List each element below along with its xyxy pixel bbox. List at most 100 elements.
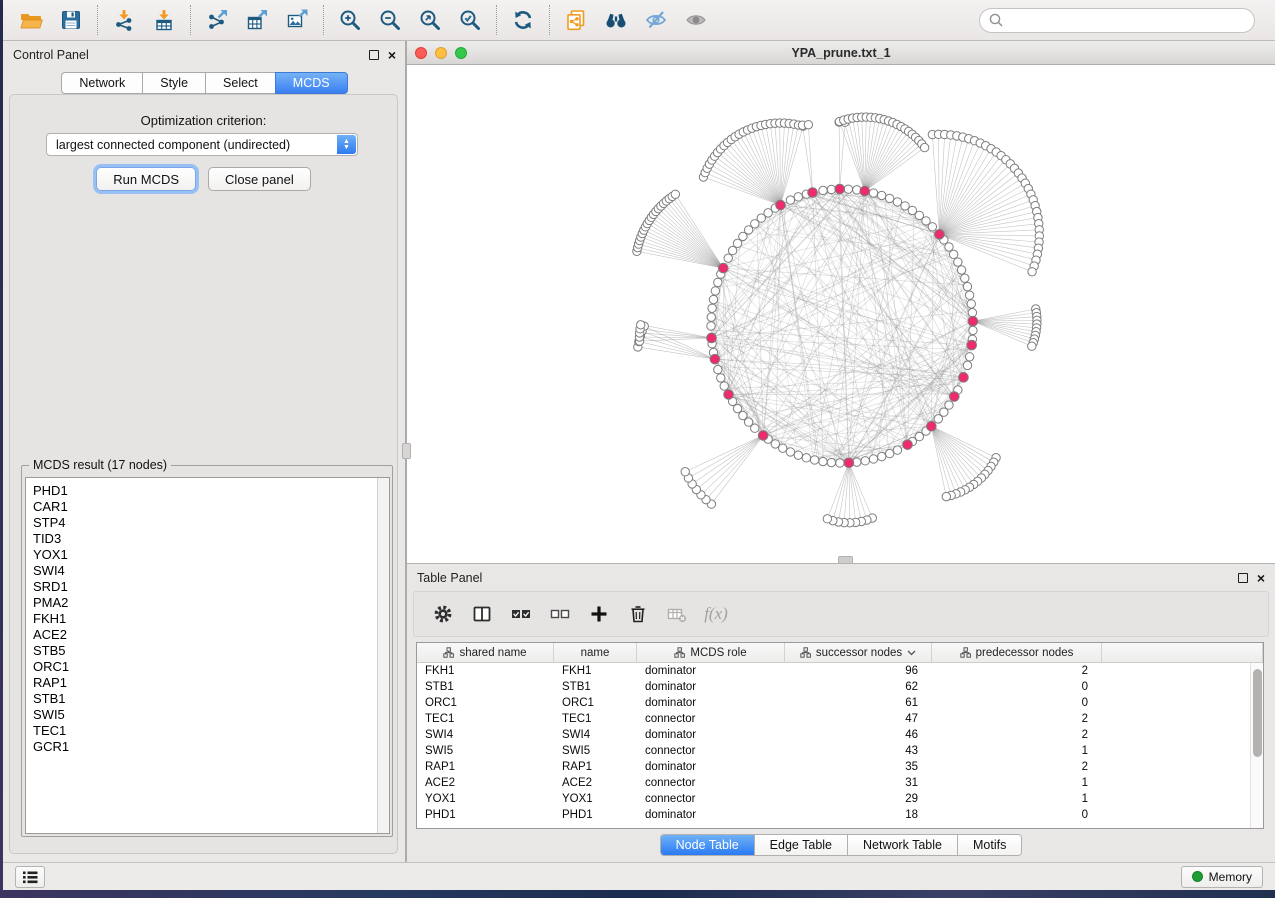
mcds-hub-node[interactable] [835,184,845,194]
network-node[interactable] [810,456,818,464]
mcds-hub-node[interactable] [724,390,734,400]
table-scrollbar-thumb[interactable] [1253,669,1262,757]
column-header-predecessor-nodes[interactable]: predecessor nodes [932,643,1102,662]
mcds-result-item[interactable]: PHD1 [33,483,377,499]
create-column-button[interactable] [584,598,614,630]
network-node[interactable] [1028,342,1036,350]
network-node[interactable] [885,449,893,457]
zoom-selected-button[interactable] [450,4,490,36]
zoom-in-button[interactable] [330,4,370,36]
network-node[interactable] [869,189,877,197]
mcds-hub-node[interactable] [758,431,768,441]
network-canvas[interactable] [407,65,1275,563]
table-row[interactable]: SWI4SWI4dominator462 [417,727,1250,743]
network-node[interactable] [844,185,852,193]
network-node[interactable] [893,198,901,206]
delete-column-button[interactable] [623,598,653,630]
mcds-hub-node[interactable] [718,263,728,273]
optimization-select[interactable]: largest connected component (undirected)… [46,133,358,156]
horizontal-splitter-handle[interactable] [838,556,853,564]
network-node[interactable] [928,223,936,231]
zoom-out-button[interactable] [370,4,410,36]
network-node[interactable] [961,274,969,282]
network-node[interactable] [965,291,973,299]
table-options-button[interactable] [428,598,458,630]
table-row[interactable]: STB1STB1dominator620 [417,679,1250,695]
import-network-button[interactable] [104,4,144,36]
task-history-button[interactable] [15,866,45,888]
network-node[interactable] [965,353,973,361]
network-node[interactable] [819,186,827,194]
mcds-result-item[interactable]: STB1 [33,691,377,707]
network-node[interactable] [942,492,950,500]
show-all-button[interactable] [676,4,716,36]
column-header-name[interactable]: name [554,643,637,662]
table-row[interactable]: RAP1RAP1dominator352 [417,759,1250,775]
run-mcds-button[interactable]: Run MCDS [96,167,196,191]
first-neighbors-button[interactable] [596,4,636,36]
network-node[interactable] [804,120,812,128]
network-node[interactable] [709,295,717,303]
save-session-button[interactable] [51,4,91,36]
network-node[interactable] [827,458,835,466]
refresh-view-button[interactable] [503,4,543,36]
close-panel-button[interactable]: Close panel [208,167,311,191]
close-panel-icon[interactable]: × [388,50,396,60]
network-node[interactable] [714,278,722,286]
mcds-hub-node[interactable] [949,392,959,402]
vertical-splitter-handle[interactable] [402,443,411,459]
network-node[interactable] [786,448,794,456]
mcds-result-item[interactable]: CAR1 [33,499,377,515]
float-panel-icon[interactable] [369,50,379,60]
mcds-result-item[interactable]: SWI5 [33,707,377,723]
mcds-hub-node[interactable] [968,316,978,326]
network-node[interactable] [714,365,722,373]
network-node[interactable] [711,287,719,295]
mcds-hub-node[interactable] [860,186,870,196]
network-node[interactable] [819,457,827,465]
network-node[interactable] [836,459,844,467]
mcds-hub-node[interactable] [707,333,717,343]
network-node[interactable] [671,190,679,198]
network-node[interactable] [823,515,831,523]
network-node[interactable] [637,321,645,329]
table-row[interactable]: ACE2ACE2connector311 [417,775,1250,791]
table-row[interactable]: FKH1FKH1dominator962 [417,663,1250,679]
table-scrollbar[interactable] [1250,663,1263,828]
table-row[interactable]: SWI5SWI5connector431 [417,743,1250,759]
search-field[interactable] [979,8,1255,33]
network-node[interactable] [733,404,741,412]
mcds-hub-node[interactable] [844,458,854,468]
network-node[interactable] [681,468,689,476]
network-node[interactable] [945,243,953,251]
memory-button[interactable]: Memory [1181,866,1263,888]
network-node[interactable] [963,282,971,290]
network-node[interactable] [786,196,794,204]
network-graph[interactable] [407,65,1275,563]
tab-mcds[interactable]: MCDS [275,72,348,94]
float-panel-icon[interactable] [1238,573,1248,583]
mcds-result-item[interactable]: YOX1 [33,547,377,563]
table-row[interactable]: YOX1YOX1connector291 [417,791,1250,807]
mcds-result-item[interactable]: RAP1 [33,675,377,691]
mcds-result-item[interactable]: STB5 [33,643,377,659]
column-header-MCDS-role[interactable]: MCDS role [637,643,785,662]
network-node[interactable] [877,191,885,199]
mcds-hub-node[interactable] [776,200,786,210]
network-node[interactable] [794,451,802,459]
column-header-successor-nodes[interactable]: successor nodes [785,643,932,662]
deselect-all-button[interactable] [545,598,575,630]
network-node[interactable] [957,266,965,274]
hide-selected-button[interactable] [636,4,676,36]
search-input[interactable] [1004,10,1246,30]
import-table-button[interactable] [144,4,184,36]
mcds-hub-node[interactable] [967,340,977,350]
tab-network[interactable]: Network [61,72,142,94]
table-row[interactable]: PHD1PHD1dominator180 [417,807,1250,823]
network-node[interactable] [968,309,976,317]
network-node[interactable] [885,194,893,202]
mcds-result-item[interactable]: ORC1 [33,659,377,675]
network-node[interactable] [1028,268,1036,276]
show-columns-button[interactable] [467,598,497,630]
network-node[interactable] [949,250,957,258]
